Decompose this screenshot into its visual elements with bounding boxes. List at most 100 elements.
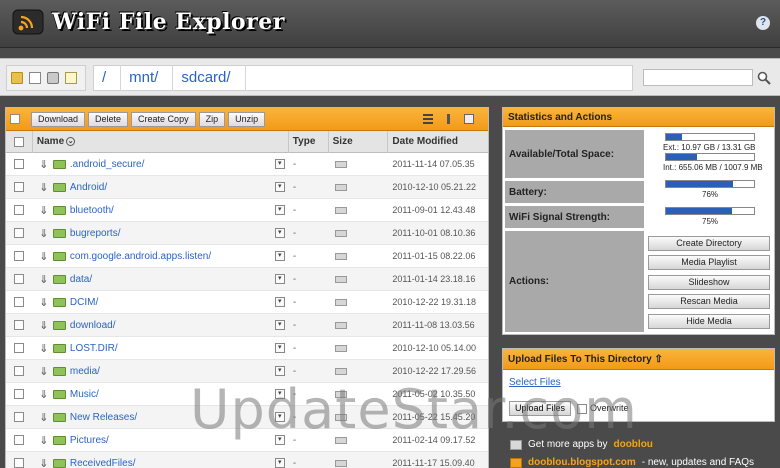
copy-icon[interactable]: [464, 114, 474, 124]
download-arrow-icon[interactable]: ⇓: [39, 227, 49, 240]
download-arrow-icon[interactable]: ⇓: [39, 296, 49, 309]
download-arrow-icon[interactable]: ⇓: [39, 388, 49, 401]
row-checkbox[interactable]: [14, 297, 25, 307]
download-arrow-icon[interactable]: ⇓: [39, 457, 49, 468]
file-name-link[interactable]: Music/: [70, 389, 99, 400]
download-arrow-icon[interactable]: ⇓: [39, 365, 49, 378]
sort-icon[interactable]: ⌄: [66, 136, 76, 146]
table-row[interactable]: ⇓ New Releases/ ▾ - 2011-05-22 15.45.20: [6, 406, 488, 429]
select-all-checkbox[interactable]: [10, 114, 20, 124]
file-name-link[interactable]: New Releases/: [70, 412, 137, 423]
file-name-link[interactable]: data/: [70, 274, 92, 285]
slideshow-button[interactable]: Slideshow: [648, 275, 770, 290]
search-icon[interactable]: [757, 71, 771, 85]
row-menu-button[interactable]: ▾: [274, 204, 285, 215]
row-menu-button[interactable]: ▾: [274, 158, 285, 169]
row-checkbox[interactable]: [14, 159, 25, 169]
file-name-link[interactable]: download/: [70, 320, 116, 331]
blog-link[interactable]: dooblou.blogspot.com: [528, 457, 636, 468]
file-name-link[interactable]: ReceivedFiles/: [70, 458, 136, 468]
row-checkbox[interactable]: [14, 251, 25, 261]
table-row[interactable]: ⇓ bluetooth/ ▾ - 2011-09-01 12.43.48: [6, 199, 488, 222]
download-arrow-icon[interactable]: ⇓: [39, 204, 49, 217]
file-name-link[interactable]: LOST.DIR/: [70, 343, 118, 354]
file-name-link[interactable]: media/: [70, 366, 100, 377]
zip-button[interactable]: Zip: [198, 111, 226, 127]
row-checkbox[interactable]: [14, 435, 25, 445]
row-menu-button[interactable]: ▾: [274, 411, 285, 422]
row-menu-button[interactable]: ▾: [274, 457, 285, 468]
table-row[interactable]: ⇓ data/ ▾ - 2011-01-14 23.18.16: [6, 268, 488, 291]
row-checkbox[interactable]: [14, 412, 25, 422]
folder-icon[interactable]: [11, 72, 23, 84]
table-row[interactable]: ⇓ bugreports/ ▾ - 2011-10-01 08.10.36: [6, 222, 488, 245]
row-checkbox[interactable]: [14, 228, 25, 238]
lock-icon[interactable]: [47, 72, 59, 84]
row-menu-button[interactable]: ▾: [274, 388, 285, 399]
download-button[interactable]: Download: [31, 111, 86, 127]
row-menu-button[interactable]: ▾: [274, 273, 285, 284]
table-row[interactable]: ⇓ .android_secure/ ▾ - 2011-11-14 07.05.35: [6, 153, 488, 176]
row-menu-button[interactable]: ▾: [274, 319, 285, 330]
list-view-icon[interactable]: [423, 114, 433, 124]
row-menu-button[interactable]: ▾: [274, 296, 285, 307]
delete-button[interactable]: Delete: [88, 111, 129, 127]
type-column-header[interactable]: Type: [289, 131, 329, 153]
download-arrow-icon[interactable]: ⇓: [39, 181, 49, 194]
breadcrumb-root[interactable]: /: [94, 65, 122, 91]
download-arrow-icon[interactable]: ⇓: [39, 411, 49, 424]
download-arrow-icon[interactable]: ⇓: [39, 319, 49, 332]
table-row[interactable]: ⇓ LOST.DIR/ ▾ - 2010-12-10 05.14.00: [6, 337, 488, 360]
help-icon[interactable]: ?: [756, 16, 770, 30]
row-checkbox[interactable]: [14, 458, 25, 468]
download-arrow-icon[interactable]: ⇓: [39, 158, 49, 171]
create-copy-button[interactable]: Create Copy: [131, 111, 196, 127]
row-menu-button[interactable]: ▾: [274, 250, 285, 261]
table-row[interactable]: ⇓ Pictures/ ▾ - 2011-02-14 09.17.52: [6, 429, 488, 452]
table-row[interactable]: ⇓ ReceivedFiles/ ▾ - 2011-11-17 15.09.40: [6, 452, 488, 468]
row-menu-button[interactable]: ▾: [274, 342, 285, 353]
file-name-link[interactable]: .android_secure/: [70, 159, 145, 170]
breadcrumb-mnt[interactable]: mnt/: [121, 65, 174, 91]
row-menu-button[interactable]: ▾: [274, 181, 285, 192]
table-row[interactable]: ⇓ Music/ ▾ - 2011-05-02 10.35.50: [6, 383, 488, 406]
media-playlist-button[interactable]: Media Playlist: [648, 255, 770, 270]
file-name-link[interactable]: com.google.android.apps.listen/: [70, 251, 211, 262]
row-checkbox[interactable]: [14, 205, 25, 215]
row-menu-button[interactable]: ▾: [274, 227, 285, 238]
row-menu-button[interactable]: ▾: [274, 434, 285, 445]
select-files-link[interactable]: Select Files: [509, 377, 561, 388]
upload-files-button[interactable]: Upload Files: [509, 401, 572, 416]
breadcrumb-sdcard[interactable]: sdcard/: [173, 65, 246, 91]
row-menu-button[interactable]: ▾: [274, 365, 285, 376]
table-row[interactable]: ⇓ download/ ▾ - 2011-11-08 13.03.56: [6, 314, 488, 337]
row-checkbox[interactable]: [14, 320, 25, 330]
column-icon[interactable]: [447, 114, 450, 124]
row-checkbox[interactable]: [14, 274, 25, 284]
table-row[interactable]: ⇓ media/ ▾ - 2010-12-22 17.29.56: [6, 360, 488, 383]
search-input[interactable]: [643, 69, 753, 86]
file-name-link[interactable]: bluetooth/: [70, 205, 114, 216]
row-checkbox[interactable]: [14, 366, 25, 376]
file-name-link[interactable]: Android/: [70, 182, 107, 193]
name-column-header[interactable]: Name ⌄: [33, 131, 289, 153]
row-checkbox[interactable]: [14, 343, 25, 353]
file-name-link[interactable]: bugreports/: [70, 228, 121, 239]
unzip-button[interactable]: Unzip: [228, 111, 266, 127]
download-arrow-icon[interactable]: ⇓: [39, 250, 49, 263]
row-checkbox[interactable]: [14, 389, 25, 399]
size-column-header[interactable]: Size: [329, 131, 389, 153]
download-arrow-icon[interactable]: ⇓: [39, 434, 49, 447]
header-checkbox[interactable]: [13, 137, 24, 147]
hide-media-button[interactable]: Hide Media: [648, 314, 770, 329]
download-arrow-icon[interactable]: ⇓: [39, 342, 49, 355]
document-icon[interactable]: [29, 72, 41, 84]
dooblou-link[interactable]: dooblou: [613, 439, 652, 450]
file-name-link[interactable]: DCIM/: [70, 297, 98, 308]
row-checkbox[interactable]: [14, 182, 25, 192]
table-row[interactable]: ⇓ DCIM/ ▾ - 2010-12-22 19.31.18: [6, 291, 488, 314]
download-arrow-icon[interactable]: ⇓: [39, 273, 49, 286]
overwrite-checkbox[interactable]: [577, 404, 587, 414]
table-row[interactable]: ⇓ com.google.android.apps.listen/ ▾ - 2011-0…: [6, 245, 488, 268]
date-column-header[interactable]: Date Modified: [388, 131, 488, 153]
